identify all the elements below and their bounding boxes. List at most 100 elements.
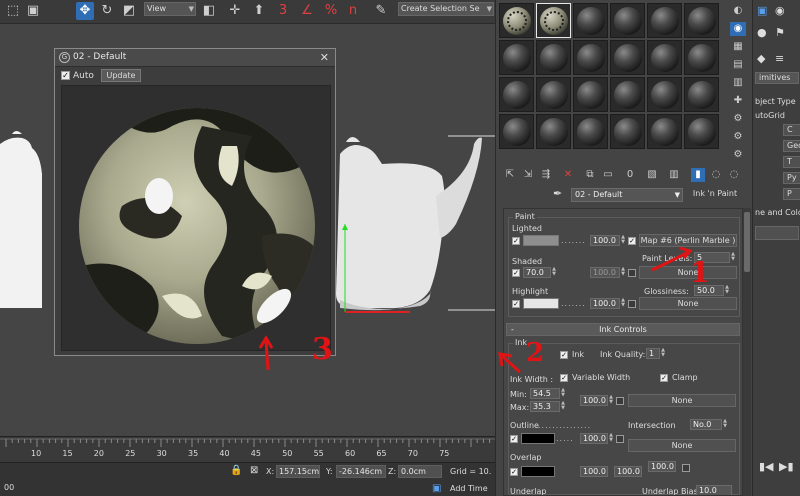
lighted-color-swatch[interactable]: [523, 235, 559, 246]
geosphere-button[interactable]: Geo: [783, 140, 800, 152]
playback-next-icon[interactable]: ▶▮: [779, 460, 794, 473]
material-slot[interactable]: [647, 40, 682, 75]
material-slot[interactable]: [573, 40, 608, 75]
tube-button[interactable]: T: [783, 156, 800, 168]
motion-icon[interactable]: ◉: [775, 4, 785, 17]
material-slot[interactable]: [573, 77, 608, 112]
lighted-amount-field[interactable]: 100.0: [590, 235, 620, 246]
uv-tiling-icon[interactable]: ▤: [730, 58, 746, 72]
lighted-amount-spinner[interactable]: ▲ ▼: [620, 235, 626, 246]
highlight-amount-spinner[interactable]: ▲ ▼: [620, 298, 626, 309]
material-slot[interactable]: [536, 3, 571, 38]
material-slot[interactable]: [536, 77, 571, 112]
time-tag-icon[interactable]: ▣: [432, 483, 441, 494]
put-to-library-icon[interactable]: ▭: [601, 168, 615, 182]
video-color-check-icon[interactable]: ▥: [730, 76, 746, 90]
update-button[interactable]: Update: [101, 69, 141, 82]
outline-map-checkbox[interactable]: [616, 435, 624, 443]
spinner-snap-icon[interactable]: n: [344, 2, 362, 20]
keyboard-shortcut-icon[interactable]: ⬆: [250, 2, 268, 20]
show-shaded-material-icon[interactable]: ▧: [645, 168, 659, 182]
variable-width-checkbox[interactable]: ✓: [560, 374, 568, 382]
overlap-checkbox[interactable]: ✓: [510, 468, 518, 476]
material-type-button[interactable]: Ink 'n Paint: [685, 188, 745, 202]
shaded-map-button[interactable]: None: [639, 266, 737, 279]
glossiness-spinner[interactable]: ▲ ▼: [724, 285, 730, 296]
outline-amount-spinner[interactable]: ▲ ▼: [608, 433, 614, 444]
parameters-scroll-thumb[interactable]: [744, 212, 750, 272]
outline-map-button[interactable]: None: [628, 439, 736, 452]
shaded-checkbox[interactable]: ✓: [512, 269, 520, 277]
material-name-field[interactable]: 02 - Default ▼: [571, 188, 683, 202]
highlight-amount-field[interactable]: 100.0: [590, 298, 620, 309]
material-id-channel-icon[interactable]: 0: [623, 168, 637, 182]
percent-snap-icon[interactable]: %: [322, 2, 340, 20]
paint-levels-spinner[interactable]: ▲ ▼: [730, 252, 736, 263]
make-preview-icon[interactable]: ✚: [730, 94, 746, 108]
auto-checkbox[interactable]: ✓: [61, 71, 70, 80]
playback-prev-icon[interactable]: ▮◀: [759, 460, 774, 473]
shaded-value-field[interactable]: 70.0: [523, 267, 551, 278]
select-manipulate-icon[interactable]: ✛: [226, 2, 244, 20]
ink-controls-rollout-header[interactable]: - Ink Controls: [506, 323, 740, 336]
material-slot[interactable]: [684, 77, 719, 112]
lock-icon[interactable]: 🔒: [230, 465, 242, 476]
edit-named-selection-icon[interactable]: ✎: [372, 2, 390, 20]
outline-amount-field[interactable]: 100.0: [580, 433, 608, 444]
material-slot[interactable]: [573, 114, 608, 149]
select-region-icon[interactable]: ⬚: [4, 2, 22, 20]
highlight-map-button[interactable]: None: [639, 297, 737, 310]
timeline-ruler[interactable]: 10 15 20 25 30 35 40 45 50 55 60 65 70 75: [0, 436, 495, 462]
ink-width-map-checkbox[interactable]: [616, 397, 624, 405]
material-slot[interactable]: [684, 3, 719, 38]
overlap-amount-field-2[interactable]: 100.0: [614, 466, 642, 477]
ink-quality-spinner[interactable]: ▲ ▼: [660, 348, 666, 359]
select-rotate-icon[interactable]: ↻: [98, 2, 116, 20]
max-width-spinner[interactable]: ▲ ▼: [560, 401, 566, 412]
x-coordinate-field[interactable]: 157.15cm: [276, 465, 320, 478]
min-width-field[interactable]: 54.5: [530, 388, 560, 399]
shaded-value-spinner[interactable]: ▲ ▼: [551, 267, 557, 278]
primitives-dropdown[interactable]: imitives: [755, 72, 799, 84]
parameters-scrollbar[interactable]: [743, 208, 751, 496]
ink-width-amount-field[interactable]: 100.0: [580, 395, 608, 406]
material-slot[interactable]: [684, 40, 719, 75]
overlap-amount-field-3[interactable]: 100.0: [648, 461, 676, 472]
highlight-checkbox[interactable]: ✓: [512, 300, 520, 308]
reset-map-icon[interactable]: ✕: [561, 168, 575, 182]
lighted-checkbox[interactable]: ✓: [512, 237, 520, 245]
material-slot[interactable]: [610, 40, 645, 75]
shapes-icon[interactable]: ⚑: [775, 26, 785, 39]
select-by-material-icon[interactable]: ⚙: [730, 130, 746, 144]
highlight-color-swatch[interactable]: [523, 298, 559, 309]
geometry-icon[interactable]: ●: [757, 26, 767, 39]
shaded-map-checkbox[interactable]: [628, 269, 636, 277]
go-forward-to-sibling-icon[interactable]: ◌: [709, 168, 723, 182]
material-slot[interactable]: [573, 3, 608, 38]
highlight-map-checkbox[interactable]: [628, 300, 636, 308]
ink-width-amount-spinner[interactable]: ▲ ▼: [608, 395, 614, 406]
max-width-field[interactable]: 35.3: [530, 401, 560, 412]
material-slot[interactable]: [499, 114, 534, 149]
overlap-map-checkbox[interactable]: [682, 464, 690, 472]
material-slot[interactable]: [647, 3, 682, 38]
ink-width-map-button[interactable]: None: [628, 394, 736, 407]
plane-button[interactable]: P: [783, 188, 800, 200]
sample-type-icon[interactable]: ◐: [730, 4, 746, 18]
clamp-checkbox[interactable]: ✓: [660, 374, 668, 382]
material-slot[interactable]: [536, 114, 571, 149]
select-move-icon[interactable]: ✥: [76, 2, 94, 20]
assign-to-selection-icon[interactable]: ⇶: [539, 168, 553, 182]
snaps-toggle-icon[interactable]: 3: [274, 2, 292, 20]
material-preview-window[interactable]: G 02 - Default ✕ ✓ Auto Update: [54, 48, 336, 356]
shaded-amount-field[interactable]: 100.0: [590, 267, 620, 278]
shaded-amount-spinner[interactable]: ▲ ▼: [620, 267, 626, 278]
material-map-navigator-icon[interactable]: ⚙: [730, 148, 746, 162]
cameras-icon[interactable]: ≡: [775, 52, 784, 65]
put-to-scene-icon[interactable]: ⇲: [521, 168, 535, 182]
named-selection-set-select[interactable]: Create Selection Se ▼: [398, 2, 494, 16]
ink-quality-field[interactable]: 1: [646, 348, 660, 359]
hierarchy-icon[interactable]: ▣: [757, 4, 767, 17]
material-slot[interactable]: [610, 77, 645, 112]
overlap-amount-field-1[interactable]: 100.0: [580, 466, 608, 477]
